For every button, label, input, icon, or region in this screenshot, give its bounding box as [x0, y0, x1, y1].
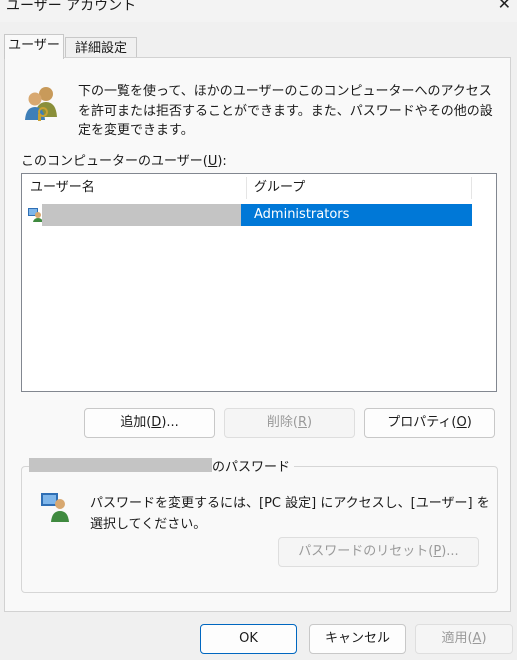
apply-button[interactable]: 適用(A): [415, 624, 513, 654]
column-header-group[interactable]: グループ: [254, 178, 305, 198]
users-list-label: このコンピューターのユーザー(U):: [21, 154, 227, 169]
redacted-username[interactable]: [42, 204, 241, 226]
ok-button[interactable]: OK: [200, 624, 297, 654]
properties-button[interactable]: プロパティ(O): [364, 408, 495, 438]
password-instructions: パスワードを変更するには、[PC 設定] にアクセスし、[ユーザー] を選択して…: [90, 496, 490, 532]
window-title: ユーザー アカウント: [6, 0, 137, 14]
cancel-button[interactable]: キャンセル: [309, 624, 406, 654]
column-header-username[interactable]: ユーザー名: [30, 178, 95, 198]
tab-advanced[interactable]: 詳細設定: [65, 37, 137, 59]
column-divider[interactable]: [246, 177, 247, 199]
password-group-title: のパスワード: [212, 456, 295, 475]
tab-users[interactable]: ユーザー: [4, 34, 64, 59]
user-password-icon: [40, 490, 72, 522]
remove-user-button[interactable]: 削除(R): [224, 408, 355, 438]
user-row-icon: [27, 206, 43, 222]
user-row-group[interactable]: Administrators: [241, 204, 472, 226]
intro-text: 下の一覧を使って、ほかのユーザーのこのコンピューターへのアクセスを許可または拒否…: [78, 84, 493, 138]
reset-password-button[interactable]: パスワードのリセット(P)...: [278, 537, 479, 567]
redacted-username-title: [29, 458, 212, 472]
add-user-button[interactable]: 追加(D)...: [84, 408, 215, 438]
close-icon[interactable]: ✕: [498, 0, 511, 13]
column-divider[interactable]: [471, 177, 472, 199]
users-icon: [22, 83, 62, 123]
